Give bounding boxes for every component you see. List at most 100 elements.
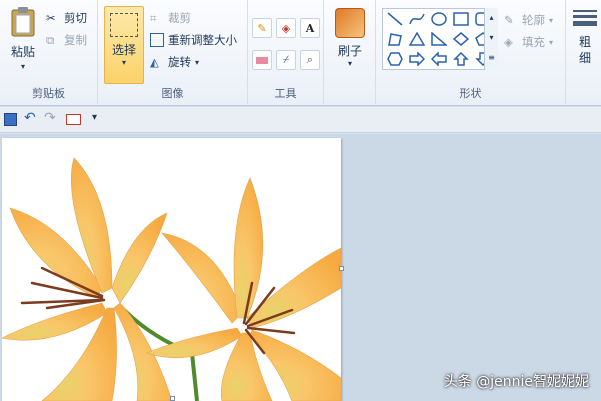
resize-handle-right[interactable] bbox=[339, 266, 344, 271]
tools-group-label: 工具 bbox=[274, 87, 297, 100]
right-triangle-shape[interactable] bbox=[429, 30, 449, 48]
chevron-down-icon: ▾ bbox=[20, 62, 25, 71]
polygon-shape[interactable] bbox=[385, 30, 405, 48]
hexagon-shape[interactable] bbox=[385, 50, 405, 68]
chevron-down-icon: ▾ bbox=[549, 15, 554, 25]
brushes-button[interactable]: 刷子 ▾ bbox=[330, 8, 370, 68]
save-icon[interactable] bbox=[4, 113, 17, 126]
polygon-icon bbox=[388, 33, 402, 46]
chevron-up-icon: ▴ bbox=[489, 13, 494, 22]
workspace: 头条 @jennie智妮妮妮 bbox=[0, 134, 601, 401]
up-arrow-shape[interactable] bbox=[451, 50, 471, 68]
crop-button[interactable]: ⌗ 裁剪 bbox=[150, 10, 191, 26]
chevron-down-icon: ▾ bbox=[195, 57, 200, 67]
resize-label: 重新调整大小 bbox=[168, 33, 237, 47]
pencil-icon: ✎ bbox=[257, 21, 267, 35]
ribbon: 粘贴 ▾ ✂ 剪切 ⧉ 复制 剪贴板 图像 选择 ▾ ⌗ 裁剪 重新调整大小 ◭… bbox=[0, 0, 601, 106]
outline-icon: ✎ bbox=[504, 13, 514, 27]
chevron-down-icon: ▾ bbox=[347, 59, 352, 68]
shapes-scroll[interactable]: ▴ ▾ ≡ bbox=[484, 8, 498, 70]
email-icon[interactable] bbox=[66, 114, 81, 125]
rectangle-icon bbox=[453, 12, 469, 26]
hexagon-icon bbox=[387, 52, 403, 66]
eraser-tool[interactable] bbox=[252, 50, 272, 70]
diamond-shape[interactable] bbox=[451, 30, 471, 48]
drawing-canvas[interactable] bbox=[2, 138, 341, 401]
fill-icon: ◈ bbox=[504, 35, 513, 49]
resize-button[interactable]: 重新调整大小 bbox=[150, 32, 237, 48]
rotate-button[interactable]: ◭ 旋转 ▾ bbox=[150, 54, 199, 70]
brush-icon bbox=[335, 8, 365, 38]
clipboard-group: 粘贴 ▾ ✂ 剪切 ⧉ 复制 剪贴板 bbox=[0, 0, 98, 104]
brushes-group: 刷子 ▾ bbox=[324, 0, 376, 104]
image-group-label: 图像 bbox=[161, 87, 184, 100]
shapes-group-label: 形状 bbox=[459, 87, 482, 100]
brushes-label: 刷子 bbox=[337, 44, 362, 58]
triangle-shape[interactable] bbox=[407, 30, 427, 48]
copy-button[interactable]: ⧉ 复制 bbox=[46, 32, 87, 48]
shapes-gallery bbox=[382, 8, 498, 70]
eyedropper-icon: ⌿ bbox=[282, 53, 290, 66]
text-icon: A bbox=[305, 21, 315, 35]
paste-label: 粘贴 bbox=[10, 45, 35, 59]
triangle-icon bbox=[409, 32, 425, 46]
right-arrow-icon bbox=[409, 52, 425, 66]
fill-label: 填充 bbox=[522, 35, 545, 49]
crop-icon: ⌗ bbox=[150, 11, 157, 25]
fill-button[interactable]: ◈ 填充 ▾ bbox=[504, 34, 553, 50]
curve-shape[interactable] bbox=[407, 10, 427, 28]
cut-label: 剪切 bbox=[64, 11, 87, 25]
resize-icon bbox=[150, 33, 164, 47]
magnifier-icon: ⌕ bbox=[306, 53, 314, 66]
size-button[interactable]: 粗细 bbox=[570, 8, 600, 66]
fill-tool[interactable]: ◈ bbox=[276, 18, 296, 38]
color-picker-tool[interactable]: ⌿ bbox=[276, 50, 296, 70]
right-arrow-shape[interactable] bbox=[407, 50, 427, 68]
rotate-label: 旋转 bbox=[168, 55, 191, 69]
line-shape[interactable] bbox=[385, 10, 405, 28]
resize-handle-bottom[interactable] bbox=[170, 396, 175, 401]
watermark: 头条 @jennie智妮妮妮 bbox=[443, 374, 589, 390]
cut-button[interactable]: ✂ 剪切 bbox=[46, 10, 87, 26]
up-arrow-icon bbox=[453, 52, 469, 66]
left-arrow-icon bbox=[431, 52, 447, 66]
magnifier-tool[interactable]: ⌕ bbox=[300, 50, 320, 70]
copy-label: 复制 bbox=[64, 33, 87, 47]
pencil-tool[interactable]: ✎ bbox=[252, 18, 272, 38]
copy-icon: ⧉ bbox=[46, 33, 55, 47]
clipboard-icon bbox=[11, 7, 35, 37]
customize-toolbar-icon[interactable]: ▾ bbox=[92, 112, 97, 123]
line-width-icon bbox=[573, 10, 597, 26]
selection-rect-icon bbox=[110, 13, 138, 37]
diamond-icon bbox=[453, 32, 469, 46]
chevron-down-icon: ▾ bbox=[121, 58, 126, 67]
oval-shape[interactable] bbox=[429, 10, 449, 28]
chevron-down-icon: ▾ bbox=[489, 33, 494, 42]
redo-icon[interactable]: ↷ bbox=[44, 110, 56, 126]
line-icon bbox=[387, 12, 403, 26]
oval-icon bbox=[431, 12, 447, 26]
size-label: 粗细 bbox=[578, 35, 591, 65]
chevron-down-icon: ▾ bbox=[549, 37, 554, 47]
clipboard-group-label: 剪贴板 bbox=[32, 87, 65, 100]
quick-access-toolbar: ↶ ↷ ▾ bbox=[0, 107, 601, 133]
expand-icon: ≡ bbox=[488, 53, 495, 62]
tools-group: ✎ ◈ A ⌿ ⌕ 工具 bbox=[248, 0, 324, 104]
eraser-icon bbox=[256, 56, 268, 64]
left-arrow-shape[interactable] bbox=[429, 50, 449, 68]
text-tool[interactable]: A bbox=[300, 18, 320, 38]
select-label: 选择 bbox=[111, 43, 136, 57]
lily-flowers-image bbox=[2, 157, 341, 401]
curve-icon bbox=[409, 13, 425, 25]
right-triangle-icon bbox=[431, 32, 447, 46]
scissors-icon: ✂ bbox=[46, 11, 56, 25]
select-button[interactable]: 选择 ▾ bbox=[104, 6, 144, 84]
rotate-icon: ◭ bbox=[150, 55, 159, 69]
outline-label: 轮廓 bbox=[522, 13, 545, 27]
crop-label: 裁剪 bbox=[168, 11, 191, 25]
outline-button[interactable]: ✎ 轮廓 ▾ bbox=[504, 12, 553, 28]
fill-bucket-icon: ◈ bbox=[281, 21, 291, 35]
paste-button[interactable]: 粘贴 ▾ bbox=[4, 6, 42, 78]
undo-icon[interactable]: ↶ bbox=[24, 110, 36, 126]
rectangle-shape[interactable] bbox=[451, 10, 471, 28]
